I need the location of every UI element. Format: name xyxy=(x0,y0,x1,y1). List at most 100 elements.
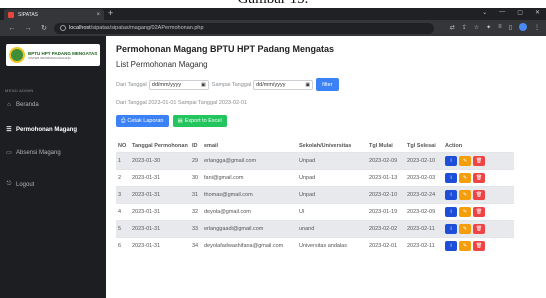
share-icon[interactable]: ⇪ xyxy=(462,24,467,31)
table-header-row: NO Tanggal Permohonan ID email Sekolah/U… xyxy=(116,140,514,152)
back-arrow-icon[interactable]: ← xyxy=(8,25,16,32)
star-icon[interactable]: ☆ xyxy=(474,24,479,31)
sidebar-item-beranda[interactable]: ⌂ Beranda xyxy=(5,102,39,108)
edit-button[interactable]: ✎ xyxy=(459,223,471,234)
cell-tgl-mulai: 2023-02-01 xyxy=(367,236,405,254)
delete-button[interactable]: 🗑 xyxy=(473,189,485,200)
list-icon: ☰ xyxy=(6,127,12,133)
close-window-icon[interactable]: ✕ xyxy=(535,9,540,16)
edit-button[interactable]: ✎ xyxy=(459,189,471,200)
export-excel-button[interactable]: ▤ Export to Excel xyxy=(172,115,227,127)
calendar-icon[interactable]: ▣ xyxy=(201,82,206,88)
delete-button[interactable]: 🗑 xyxy=(473,172,485,183)
tab-close-icon[interactable]: × xyxy=(96,12,100,18)
edit-button[interactable]: ✎ xyxy=(459,155,471,166)
cell-tgl-selesai: 2023-02-11 xyxy=(405,236,443,254)
cell-sekolah: Unpad xyxy=(297,185,367,203)
site-info-icon[interactable] xyxy=(60,25,66,31)
forward-arrow-icon[interactable]: → xyxy=(24,25,32,32)
table-row: 2 2023-01-31 30 fani@gmail.com Unpad 2023-01-… xyxy=(116,168,514,186)
url-input[interactable]: localhost/sipatas/sipatas/magang/02APerm… xyxy=(54,22,434,34)
delete-button[interactable]: 🗑 xyxy=(473,223,485,234)
home-icon: ⌂ xyxy=(7,102,11,108)
info-button[interactable]: i xyxy=(445,206,457,217)
delete-button[interactable]: 🗑 xyxy=(473,240,485,251)
info-button[interactable]: i xyxy=(445,172,457,183)
to-date-value: dd/mm/yyyy xyxy=(256,81,286,88)
chevron-down-icon[interactable]: ⌄ xyxy=(482,9,487,16)
site-favicon-icon xyxy=(8,11,14,18)
main-content: Permohonan Magang BPTU HPT Padang Mengat… xyxy=(106,36,546,298)
date-range-text: Dari Tanggal 2023-01-01 Sampai Tanggal 2… xyxy=(116,100,247,106)
cell-tgl-selesai: 2023-02-10 xyxy=(405,151,443,169)
playlist-icon[interactable]: ≡ xyxy=(498,24,502,30)
to-date-input[interactable]: dd/mm/yyyy ▣ xyxy=(253,79,314,90)
cell-sekolah: Universitas andalas xyxy=(297,236,367,254)
export-buttons: ⎙ Cetak Laporan ▤ Export to Excel xyxy=(116,115,227,127)
logo-text: BPTU HPT PADANG MENGATAS SISTEM INFORMAS… xyxy=(28,51,97,60)
cell-tanggal: 2023-01-31 xyxy=(130,168,190,186)
reload-icon[interactable]: ↻ xyxy=(40,24,48,32)
extensions-icon[interactable]: ✦ xyxy=(486,24,491,31)
cell-tanggal: 2023-01-31 xyxy=(130,219,190,237)
kebab-menu-icon[interactable]: ⋮ xyxy=(534,24,540,31)
cell-email: fani@gmail.com xyxy=(202,168,297,186)
table-row: 5 2023-01-31 33 erlanggaadi@gmail.com unand 2… xyxy=(116,219,514,237)
export-excel-label: Export to Excel xyxy=(184,118,222,124)
sidebar-item-absensi[interactable]: ▭ Absensi Magang xyxy=(5,149,61,157)
cell-email: deyolafadwashifana@gmail.com xyxy=(202,236,297,254)
filter-button[interactable]: filter xyxy=(316,78,339,91)
sidebar-item-permohonan[interactable]: ☰ Permohonan Magang xyxy=(0,122,107,136)
translate-icon[interactable]: ⇄ xyxy=(450,24,455,31)
info-button[interactable]: i xyxy=(445,223,457,234)
list-subtitle: List Permohonan Magang xyxy=(116,60,208,69)
logo-main-text: BPTU HPT PADANG MENGATAS xyxy=(28,50,98,56)
minimize-icon[interactable]: — xyxy=(499,9,505,16)
print-report-button[interactable]: ⎙ Cetak Laporan xyxy=(116,115,169,127)
cell-no: 2 xyxy=(116,168,130,186)
sidebar-item-logout[interactable]: ⎋ Logout xyxy=(5,181,35,188)
date-filter: Dari Tanggal dd/mm/yyyy ▣ Sampai Tanggal… xyxy=(116,78,339,91)
cell-tgl-mulai: 2023-01-19 xyxy=(367,202,405,220)
cell-email: thomas@gmail.com xyxy=(202,185,297,203)
edit-button[interactable]: ✎ xyxy=(459,172,471,183)
calendar-icon[interactable]: ▣ xyxy=(305,82,310,88)
delete-button[interactable]: 🗑 xyxy=(473,206,485,217)
info-button[interactable]: i xyxy=(445,189,457,200)
from-date-label: Dari Tanggal xyxy=(116,81,147,88)
to-date-label: Sampai Tanggal xyxy=(211,81,252,88)
cell-id: 29 xyxy=(190,151,202,169)
browser-tab[interactable]: SIPATAS × xyxy=(4,9,104,20)
edit-button[interactable]: ✎ xyxy=(459,206,471,217)
info-button[interactable]: i xyxy=(445,240,457,251)
cell-email: erlangga@gmail.com xyxy=(202,151,297,169)
cell-tgl-selesai: 2023-02-03 xyxy=(405,168,443,186)
tab-title: SIPATAS xyxy=(18,11,39,18)
cell-tgl-mulai: 2023-02-10 xyxy=(367,185,405,203)
sidepanel-icon[interactable]: ▯ xyxy=(509,24,512,31)
col-header-no: NO xyxy=(118,142,127,149)
cell-no: 6 xyxy=(116,236,130,254)
col-header-selesai: Tgl Selesai xyxy=(407,142,436,149)
cell-tgl-mulai: 2023-02-02 xyxy=(367,219,405,237)
from-date-value: dd/mm/yyyy xyxy=(151,81,182,88)
row-actions: i ✎ 🗑 xyxy=(445,206,512,217)
logout-icon: ⎋ xyxy=(6,181,12,187)
row-actions: i ✎ 🗑 xyxy=(445,155,512,166)
cell-no: 3 xyxy=(116,185,130,203)
sidebar-section-label: MENU ADMIN xyxy=(5,88,34,93)
cell-tgl-mulai: 2023-02-09 xyxy=(367,151,405,169)
edit-button[interactable]: ✎ xyxy=(459,240,471,251)
app-logo[interactable]: BPTU HPT PADANG MENGATAS SISTEM INFORMAS… xyxy=(6,44,100,66)
cell-action: i ✎ 🗑 xyxy=(443,151,514,169)
info-button[interactable]: i xyxy=(445,155,457,166)
printer-icon: ⎙ xyxy=(121,117,126,124)
maximize-icon[interactable]: ▢ xyxy=(517,9,523,16)
new-tab-button[interactable]: + xyxy=(108,8,113,18)
sidebar-item-label: Logout xyxy=(16,181,35,188)
delete-button[interactable]: 🗑 xyxy=(473,155,485,166)
row-actions: i ✎ 🗑 xyxy=(445,223,512,234)
from-date-input[interactable]: dd/mm/yyyy ▣ xyxy=(148,79,209,90)
profile-avatar[interactable] xyxy=(519,23,527,31)
cell-email: erlanggaadi@gmail.com xyxy=(202,219,297,237)
